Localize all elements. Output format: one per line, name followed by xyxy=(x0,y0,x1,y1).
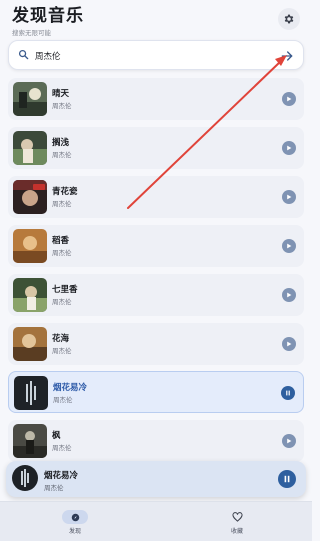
page-subtitle: 搜索无限可能 xyxy=(12,29,51,37)
pause-icon xyxy=(286,390,290,396)
play-button[interactable] xyxy=(282,141,296,155)
play-button[interactable] xyxy=(282,337,296,351)
play-icon xyxy=(287,292,292,298)
search-submit-arrow-icon[interactable] xyxy=(279,48,295,64)
album-cover xyxy=(13,424,47,458)
song-item[interactable]: 七里香 周杰伦 xyxy=(8,274,304,316)
album-cover xyxy=(14,376,48,410)
play-icon xyxy=(287,341,292,347)
song-item[interactable]: 搁浅 周杰伦 xyxy=(8,127,304,169)
search-icon xyxy=(18,49,29,60)
song-item[interactable]: 枫 周杰伦 xyxy=(8,420,304,462)
song-artist: 周杰伦 xyxy=(52,249,72,257)
song-title: 晴天 xyxy=(52,89,70,99)
song-title: 搁浅 xyxy=(52,138,70,148)
album-cover xyxy=(13,278,47,312)
play-icon xyxy=(287,194,292,200)
bottom-nav: 发现 收藏 xyxy=(0,501,312,541)
play-icon xyxy=(287,145,292,151)
nav-favorites[interactable]: 收藏 xyxy=(207,510,267,535)
now-playing-artist: 周杰伦 xyxy=(44,484,64,492)
nav-discover-label: 发现 xyxy=(68,528,81,535)
nav-discover[interactable]: 发现 xyxy=(45,510,105,535)
header: 发现音乐 搜索无限可能 xyxy=(12,6,300,40)
nav-favorites-label: 收藏 xyxy=(230,528,243,535)
song-title: 烟花易冷 xyxy=(53,383,88,393)
heart-icon xyxy=(231,512,243,522)
play-button[interactable] xyxy=(282,288,296,302)
song-title: 枫 xyxy=(52,431,61,441)
settings-button[interactable] xyxy=(278,8,300,30)
album-cover xyxy=(13,82,47,116)
song-artist: 周杰伦 xyxy=(52,298,72,306)
play-button[interactable] xyxy=(282,434,296,448)
song-artist: 周杰伦 xyxy=(53,396,73,404)
album-cover xyxy=(13,327,47,361)
song-title: 稻香 xyxy=(52,236,70,246)
compass-icon xyxy=(71,513,79,521)
play-icon xyxy=(287,243,292,249)
page-title: 发现音乐 xyxy=(12,6,84,26)
song-artist: 周杰伦 xyxy=(52,347,72,355)
now-playing-title: 烟花易冷 xyxy=(44,471,79,481)
pause-icon xyxy=(284,475,290,483)
song-item[interactable]: 稻香 周杰伦 xyxy=(8,225,304,267)
mini-player-pause-button[interactable] xyxy=(278,470,296,488)
song-artist: 周杰伦 xyxy=(52,102,72,110)
search-input[interactable] xyxy=(35,47,275,64)
play-button[interactable] xyxy=(282,190,296,204)
song-artist: 周杰伦 xyxy=(52,151,72,159)
song-item-now-playing[interactable]: 烟花易冷 周杰伦 xyxy=(8,371,304,413)
play-button[interactable] xyxy=(282,92,296,106)
play-button[interactable] xyxy=(282,239,296,253)
song-artist: 周杰伦 xyxy=(52,200,72,208)
song-title: 七里香 xyxy=(52,285,78,295)
song-title: 青花瓷 xyxy=(52,187,78,197)
album-cover xyxy=(13,229,47,263)
song-artist: 周杰伦 xyxy=(52,444,72,452)
album-cover xyxy=(13,131,47,165)
pause-button[interactable] xyxy=(281,386,295,400)
search-bar xyxy=(8,40,304,70)
gear-icon xyxy=(284,14,294,24)
song-item[interactable]: 花海 周杰伦 xyxy=(8,323,304,365)
album-cover xyxy=(13,180,47,214)
play-icon xyxy=(287,96,292,102)
song-title: 花海 xyxy=(52,334,70,344)
song-item[interactable]: 晴天 周杰伦 xyxy=(8,78,304,120)
mini-player[interactable]: 烟花易冷 周杰伦 xyxy=(6,461,306,497)
play-icon xyxy=(287,438,292,444)
song-item[interactable]: 青花瓷 周杰伦 xyxy=(8,176,304,218)
now-playing-cover xyxy=(12,465,38,491)
